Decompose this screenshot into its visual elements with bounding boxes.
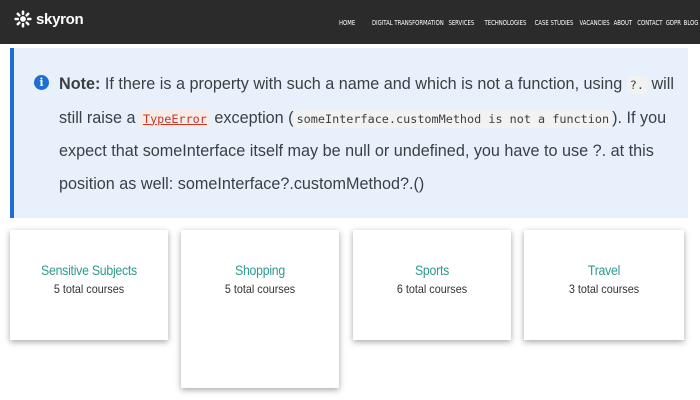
nav-technologies[interactable]: TECHNOLOGIES	[484, 18, 526, 27]
code-error-message: someInterface.customMethod is not a func…	[293, 109, 613, 128]
nav-contact[interactable]: CONTACT	[638, 18, 663, 27]
course-card-sports[interactable]: Sports 6 total courses	[353, 230, 511, 340]
nav-about[interactable]: ABOUT	[614, 18, 633, 27]
card-count: 5 total courses	[224, 282, 296, 296]
note-label: Note:	[59, 75, 101, 93]
nav-digital-transformation[interactable]: DIGITAL TRANSFORMATION	[372, 18, 444, 27]
note-text-part: If there is a property with such a name …	[100, 75, 627, 93]
card-title: Sensitive Subjects	[41, 262, 137, 278]
card-count: 6 total courses	[396, 282, 468, 296]
course-card-sensitive-subjects[interactable]: Sensitive Subjects 5 total courses	[10, 230, 168, 340]
card-count: 5 total courses	[53, 282, 125, 296]
info-icon: i	[34, 75, 49, 90]
nav-services[interactable]: SERVICES	[449, 18, 475, 27]
typeerror-link[interactable]: TypeError	[139, 109, 210, 128]
nav-blog[interactable]: BLOG	[683, 18, 698, 27]
course-card-travel[interactable]: Travel 3 total courses	[524, 230, 684, 340]
nav-vacancies[interactable]: VACANCIES	[580, 18, 610, 27]
card-title: Travel	[587, 262, 621, 278]
skyron-logo-icon	[14, 10, 32, 28]
card-count: 3 total courses	[568, 282, 640, 296]
note-text: Note: If there is a property with such a…	[59, 68, 679, 200]
card-title: Shopping	[235, 262, 285, 278]
top-navigation-bar: skyron HOME DIGITAL TRANSFORMATION SERVI…	[0, 0, 700, 44]
logo[interactable]: skyron	[14, 10, 84, 28]
note-callout: i Note: If there is a property with such…	[10, 48, 688, 218]
nav-home[interactable]: HOME	[339, 18, 355, 27]
nav-case-studies[interactable]: CASE STUDIES	[535, 18, 574, 27]
nav-gdpr[interactable]: GDPR	[665, 18, 680, 27]
logo-text: skyron	[36, 10, 84, 28]
code-optional-chaining: ?.	[626, 76, 647, 94]
card-title: Sports	[414, 262, 450, 278]
course-card-shopping[interactable]: Shopping 5 total courses	[181, 230, 339, 388]
note-text-part: exception (	[209, 108, 294, 127]
main-nav: HOME DIGITAL TRANSFORMATION SERVICES TEC…	[339, 0, 698, 44]
